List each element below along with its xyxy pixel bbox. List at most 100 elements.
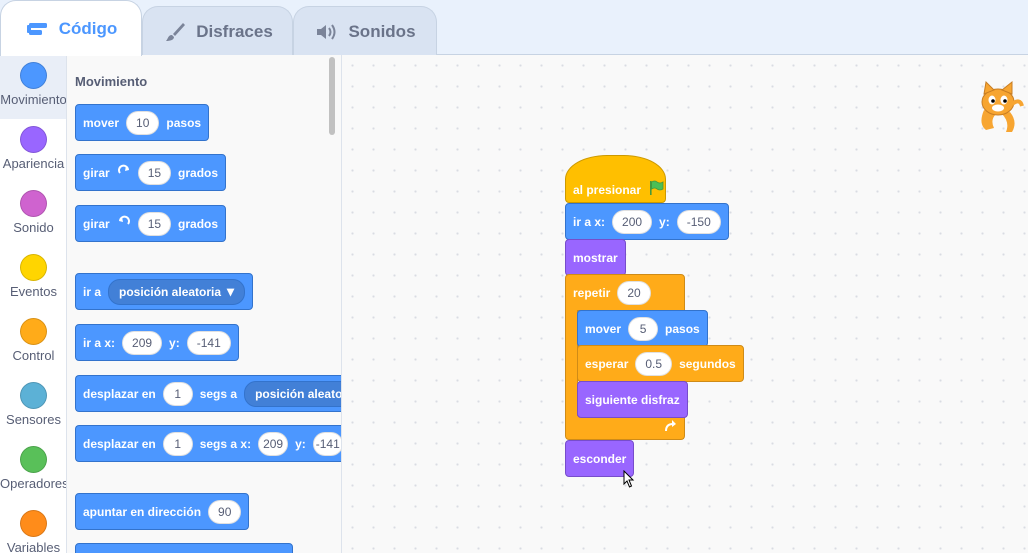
category-looks[interactable]: Apariencia [0,119,66,183]
go-to-block[interactable]: ir a posición aleatoria ▾ [75,273,254,310]
tab-sounds[interactable]: Sonidos [293,6,437,56]
move-steps-block[interactable]: mover 10 pasos [75,104,210,141]
tab-costumes[interactable]: Disfraces [142,6,293,56]
repeat-count-input[interactable]: 20 [617,280,651,305]
green-flag-icon [648,180,664,199]
category-variables[interactable]: Variables [0,503,66,553]
tab-sounds-label: Sonidos [348,21,416,41]
category-menu: Movimiento Apariencia Sonido Eventos Con… [0,55,67,553]
move-steps-block[interactable]: mover 5 pasos [577,310,708,347]
loop-arrow-icon [663,419,677,438]
degrees-input[interactable]: 15 [137,211,172,236]
block-palette: Movimiento mover 10 pasos girar 15 grado… [67,55,342,553]
tab-code-label: Código [58,18,118,38]
rotate-right-icon [117,164,131,181]
repeat-block-foot [565,416,685,440]
steps-input[interactable]: 10 [126,110,160,135]
editor-tabs: Código Disfraces Sonidos [0,0,1028,56]
block-text: grados [178,216,219,231]
block-text: girar [83,216,110,231]
block-text: girar [83,165,110,180]
operators-category-icon [20,446,47,473]
when-flag-clicked-block[interactable]: al presionar [565,155,666,203]
wait-block[interactable]: esperar 0.5 segundos [577,345,744,382]
category-motion[interactable]: Movimiento [0,55,67,119]
code-icon [25,19,51,39]
block-text: y: [169,335,180,350]
direction-input[interactable]: 90 [208,499,242,524]
block-text: pasos [665,321,700,336]
y-input[interactable]: -141 [186,330,231,355]
show-block[interactable]: mostrar [565,239,626,276]
seconds-input[interactable]: 1 [162,381,193,406]
block-text: mover [585,321,622,336]
palette-scrollbar[interactable] [329,57,335,135]
category-control[interactable]: Control [0,311,66,375]
variables-category-icon [20,510,47,537]
partial-motion-block[interactable] [75,543,293,553]
degrees-input[interactable]: 15 [137,160,172,185]
x-input[interactable]: 200 [612,209,653,234]
block-text: segs a x: [199,436,252,451]
block-text: ir a x: [83,335,116,350]
block-text: mover [83,115,120,130]
category-label: Apariencia [2,156,65,171]
block-text: ir a x: [573,214,606,229]
turn-right-block[interactable]: girar 15 grados [75,154,227,191]
y-input[interactable]: -141 [312,431,341,456]
brush-icon [162,22,188,42]
goto-target-dropdown[interactable]: posición aleatoria ▾ [108,278,246,305]
block-text: esperar [585,356,629,371]
block-text: pasos [166,115,202,130]
rotate-left-icon [117,215,131,232]
category-label: Sonido [13,220,54,235]
sensing-category-icon [20,382,47,409]
category-label: Variables [6,540,61,553]
x-input[interactable]: 209 [258,431,289,456]
seconds-input[interactable]: 0.5 [635,351,673,376]
glide-target-dropdown[interactable]: posición aleatoria [244,380,342,407]
repeat-block[interactable]: repetir 20 [565,274,685,311]
category-label: Movimiento [0,92,67,107]
next-costume-block[interactable]: siguiente disfraz [577,381,688,418]
category-events[interactable]: Eventos [0,247,66,311]
cat-sprite-icon [972,80,1024,138]
category-label: Sensores [6,412,61,427]
point-in-direction-block[interactable]: apuntar en dirección 90 [75,493,250,530]
block-text: mostrar [573,250,618,265]
looks-category-icon [20,126,47,153]
script-workspace[interactable]: al presionar ir a x: 200 y: -150 mostrar… [342,55,1028,553]
sound-category-icon [20,190,47,217]
go-to-xy-block[interactable]: ir a x: 200 y: -150 [565,203,729,240]
block-text: ir a [83,284,102,299]
dropdown-value: posición aleatoria [255,386,342,401]
turn-left-block[interactable]: girar 15 grados [75,205,227,242]
seconds-input[interactable]: 1 [162,431,193,456]
y-input[interactable]: -150 [676,209,721,234]
block-text: y: [295,436,306,451]
category-label: Eventos [10,284,57,299]
category-sound[interactable]: Sonido [0,183,66,247]
tab-code[interactable]: Código [0,0,142,56]
block-text: repetir [573,285,611,300]
tab-costumes-label: Disfraces [196,21,273,41]
palette-section-title: Movimiento [75,74,148,89]
block-text: segs a [199,386,238,401]
category-label: Control [12,348,55,363]
block-text: grados [178,165,219,180]
x-input[interactable]: 209 [122,330,163,355]
block-text: esconder [573,451,627,466]
block-text: apuntar en dirección [83,504,202,519]
events-category-icon [20,254,47,281]
glide-to-xy-block[interactable]: desplazar en 1 segs a x: 209 y: -141 [75,425,341,462]
steps-input[interactable]: 5 [628,316,659,341]
glide-to-block[interactable]: desplazar en 1 segs a posición aleatoria [75,375,341,412]
go-to-xy-block[interactable]: ir a x: 209 y: -141 [75,324,239,361]
category-operators[interactable]: Operadores [0,439,66,503]
block-text: segundos [679,356,736,371]
motion-category-icon [20,62,47,89]
control-category-icon [20,318,47,345]
block-text: y: [659,214,670,229]
category-sensing[interactable]: Sensores [0,375,66,439]
chevron-down-icon: ▾ [227,283,235,299]
